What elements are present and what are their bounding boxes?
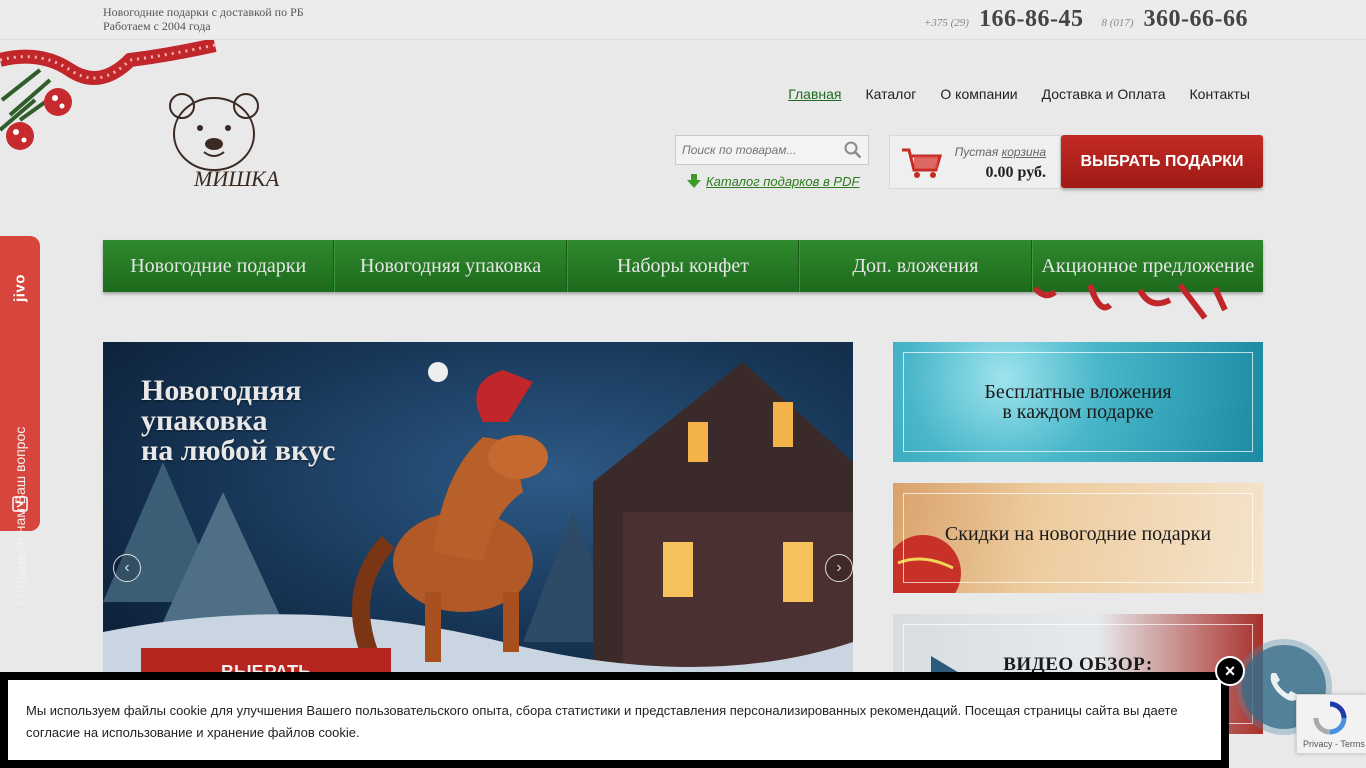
hero-slider[interactable]: Новогодняя упаковка на любой вкус ‹ › ВЫ…	[103, 342, 853, 682]
tagline-delivery: Новогодние подарки с доставкой по РБ	[103, 5, 304, 19]
nav-delivery[interactable]: Доставка и Оплата	[1042, 86, 1166, 102]
slide-caption-line-2: упаковка	[141, 404, 268, 437]
jivo-chat-label: Отправьте нам Ваш вопрос	[12, 426, 28, 606]
promo-discounts[interactable]: Скидки на новогодние подарки	[893, 483, 1263, 593]
promo-free-extras-text: Бесплатные вложения в каждом подарке	[893, 382, 1263, 422]
mishka-logo[interactable]: МИШКА	[160, 88, 280, 202]
promo-discounts-text: Скидки на новогодние подарки	[944, 523, 1212, 545]
download-arrow-icon	[687, 174, 701, 188]
nav-catalog[interactable]: Каталог	[866, 86, 917, 102]
cart-link[interactable]: корзина	[1002, 145, 1046, 159]
pdf-link-label: Каталог подарков в PDF	[706, 173, 860, 189]
phones: +375 (29) 166-86-45 8 (017) 360-66-66	[924, 6, 1248, 33]
cookie-text: Мы используем файлы cookie для улучшения…	[8, 680, 1221, 760]
promo-free-extras[interactable]: Бесплатные вложения в каждом подарке	[893, 342, 1263, 462]
category-extras[interactable]: Доп. вложения	[799, 240, 1032, 292]
slide-caption-line-3: на любой вкус	[141, 434, 336, 467]
slide-caption-line-1: Новогодняя	[141, 374, 302, 407]
slide-caption: Новогодняя упаковка на любой вкус	[141, 376, 441, 466]
recaptcha-badge[interactable]: Privacy - Terms	[1296, 694, 1366, 754]
main-nav: Главная Каталог О компании Доставка и Оп…	[788, 86, 1250, 102]
phone-1-number: 166-86-45	[978, 6, 1084, 32]
cart-icon	[902, 148, 942, 178]
phone-1-code: +375 (29)	[923, 17, 969, 29]
nav-contacts[interactable]: Контакты	[1190, 86, 1250, 102]
logo-text: МИШКА	[193, 166, 280, 191]
phone-2-code: 8 (017)	[1101, 17, 1134, 29]
search-input[interactable]	[676, 136, 836, 164]
cookie-close-button[interactable]: ×	[1215, 656, 1245, 686]
jivo-logo: jivo	[11, 274, 29, 302]
promo-free-line-2: в каждом подарке	[1002, 401, 1154, 423]
category-new-year-gifts[interactable]: Новогодние подарки	[103, 240, 335, 292]
promo-free-line-1: Бесплатные вложения	[984, 381, 1172, 403]
nav-about[interactable]: О компании	[940, 86, 1017, 102]
chat-bubble-icon	[12, 496, 28, 512]
jivo-chat-tab[interactable]: jivo Отправьте нам Ваш вопрос	[0, 236, 40, 605]
cart-total: 0.00 руб.	[985, 164, 1046, 181]
category-new-year-packaging[interactable]: Новогодняя упаковка	[334, 240, 567, 292]
slider-prev-button[interactable]: ‹	[113, 554, 141, 582]
top-bar: Новогодние подарки с доставкой по РБ Раб…	[0, 0, 1366, 40]
slider-next-button[interactable]: ›	[825, 554, 853, 582]
pdf-catalog-link[interactable]: Каталог подарков в PDF	[686, 173, 859, 189]
phone-2[interactable]: 8 (017) 360-66-66	[1101, 6, 1248, 33]
tagline-since: Работаем с 2004 года	[103, 19, 211, 33]
phone-2-number: 360-66-66	[1143, 6, 1248, 32]
category-candy-sets[interactable]: Наборы конфет	[566, 240, 800, 292]
recaptcha-icon	[1313, 701, 1347, 735]
cart-status-prefix: Пустая	[954, 145, 999, 159]
choose-gifts-button[interactable]: ВЫБРАТЬ ПОДАРКИ	[1061, 135, 1263, 188]
nav-home[interactable]: Главная	[788, 86, 841, 102]
cart-widget[interactable]: Пустая корзина 0.00 руб.	[889, 135, 1061, 189]
cookie-banner: Мы используем файлы cookie для улучшения…	[0, 672, 1229, 768]
search-icon[interactable]	[844, 141, 862, 159]
red-bow-decoration	[1032, 283, 1228, 320]
cart-status: Пустая корзина	[955, 145, 1046, 159]
recaptcha-terms[interactable]: Privacy - Terms	[1303, 739, 1365, 749]
tagline: Новогодние подарки с доставкой по РБ Раб…	[103, 5, 304, 33]
search-box	[675, 135, 869, 165]
phone-1[interactable]: +375 (29) 166-86-45	[924, 6, 1083, 33]
